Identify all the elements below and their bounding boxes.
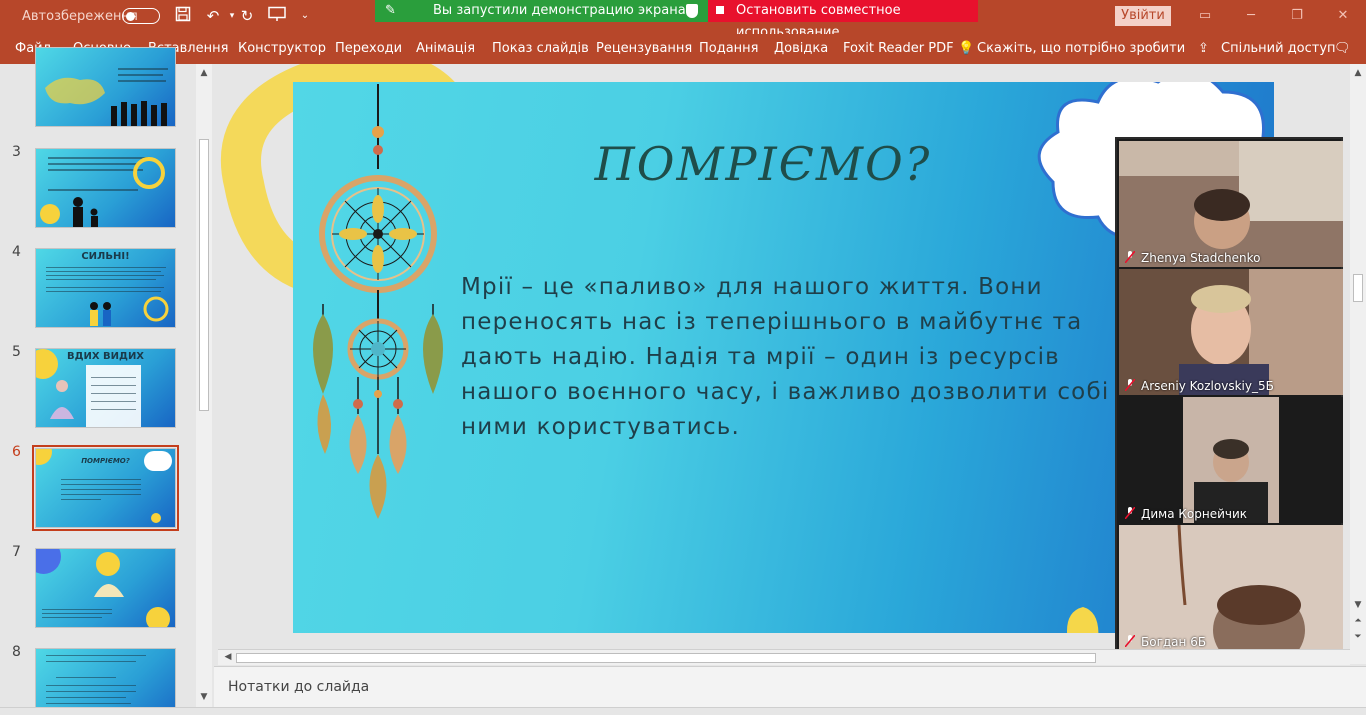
participant-name: Zhenya Stadchenko xyxy=(1141,251,1261,265)
notes-pane[interactable]: Нотатки до слайда xyxy=(214,666,1366,707)
editor-horizontal-scrollbar[interactable]: ◀ xyxy=(218,649,1350,665)
slide-number: 6 xyxy=(12,444,21,460)
ribbon-tabs: Файл Основне Вставлення Конструктор Пере… xyxy=(0,34,1366,64)
tab-view[interactable]: Подання xyxy=(699,41,759,56)
maximize-icon[interactable]: ❐ xyxy=(1288,7,1306,25)
redo-icon[interactable]: ↻ xyxy=(237,6,257,26)
tab-animations[interactable]: Анімація xyxy=(416,41,475,56)
participant-video xyxy=(1119,525,1343,651)
participant-tile[interactable]: Богдан 6Б xyxy=(1119,525,1343,651)
slide-thumbnail-4[interactable]: СИЛЬНІ! xyxy=(35,248,176,328)
participant-name: Дима Корнейчик xyxy=(1141,507,1248,521)
yellow-leaf-decoration xyxy=(1067,607,1099,633)
dreamcatcher-illustration xyxy=(313,84,443,519)
share-button[interactable]: Спільний доступ xyxy=(1221,41,1336,56)
close-icon[interactable]: ✕ xyxy=(1334,7,1352,25)
scrollbar-thumb[interactable] xyxy=(199,139,209,411)
lightbulb-icon: 💡 xyxy=(958,41,975,56)
slide-thumbnail-8[interactable] xyxy=(35,648,176,715)
stop-icon xyxy=(716,6,724,14)
slide-thumbnail-7[interactable] xyxy=(35,548,176,628)
scrollbar-thumb[interactable] xyxy=(1353,274,1363,302)
slide-number: 7 xyxy=(12,544,21,560)
slide-body-text[interactable]: Мрії – це «паливо» для нашого життя. Вон… xyxy=(461,270,1161,445)
customize-toolbar-icon[interactable]: ⌄ xyxy=(295,6,315,26)
slide-number: 5 xyxy=(12,344,21,360)
scroll-left-icon[interactable]: ◀ xyxy=(220,652,236,662)
participant-name: Arseniy Kozlovskiy_5Б xyxy=(1141,379,1274,393)
screen-share-status: Вы запустили демонстрацию экрана xyxy=(433,3,686,18)
muted-mic-icon xyxy=(1125,507,1135,519)
previous-slide-icon[interactable]: ⏶ xyxy=(1350,616,1366,626)
share-icon: ⇪ xyxy=(1198,41,1209,56)
slide-number: 3 xyxy=(12,144,21,160)
pencil-icon: ✎ xyxy=(385,3,396,18)
tab-help[interactable]: Довідка xyxy=(774,41,828,56)
participant-tile[interactable]: Zhenya Stadchenko xyxy=(1119,141,1343,267)
tab-review[interactable]: Рецензування xyxy=(596,41,692,56)
participant-tile[interactable]: Дима Корнейчик xyxy=(1119,397,1343,523)
tab-slideshow[interactable]: Показ слайдів xyxy=(492,41,589,56)
ribbon-display-options-icon[interactable]: ▭ xyxy=(1196,7,1214,25)
status-bar xyxy=(0,707,1366,715)
participant-tile[interactable]: Arseniy Kozlovskiy_5Б xyxy=(1119,269,1343,395)
participant-name: Богдан 6Б xyxy=(1141,635,1207,649)
tab-design[interactable]: Конструктор xyxy=(238,41,326,56)
scroll-down-icon[interactable]: ▼ xyxy=(196,692,212,702)
scroll-down-icon[interactable]: ▼ xyxy=(1350,600,1366,610)
stop-share-button[interactable]: Остановить совместное использование xyxy=(708,0,978,40)
shield-icon xyxy=(686,4,698,18)
tab-foxit[interactable]: Foxit Reader PDF xyxy=(843,41,954,56)
slide-number: 4 xyxy=(12,244,21,260)
video-participants-panel: Zhenya Stadchenko Arseniy Kozlovskiy_5Б … xyxy=(1115,137,1343,653)
tab-transitions[interactable]: Переходи xyxy=(335,41,402,56)
minimize-icon[interactable]: ─ xyxy=(1242,7,1260,25)
scroll-up-icon[interactable]: ▲ xyxy=(1350,68,1366,78)
muted-mic-icon xyxy=(1125,251,1135,263)
undo-icon[interactable]: ↶ xyxy=(203,6,223,26)
participant-video xyxy=(1119,141,1343,267)
screen-share-banner: ✎ Вы запустили демонстрацию экрана xyxy=(375,0,708,22)
slide-thumbnail-3[interactable] xyxy=(35,148,176,228)
notes-placeholder: Нотатки до слайда xyxy=(228,679,370,695)
comments-icon[interactable]: 🗨 xyxy=(1334,41,1351,56)
slide-thumbnail-6[interactable]: ПОМРІЄМО? xyxy=(32,445,179,531)
save-icon[interactable] xyxy=(173,6,193,26)
muted-mic-icon xyxy=(1125,379,1135,391)
slide-thumbnail-2[interactable] xyxy=(35,47,176,127)
tell-me-search[interactable]: Скажіть, що потрібно зробити xyxy=(977,41,1185,56)
slide-number: 8 xyxy=(12,644,21,660)
participant-video xyxy=(1119,269,1343,395)
next-slide-icon[interactable]: ⏷ xyxy=(1350,632,1366,642)
autosave-toggle[interactable] xyxy=(122,8,160,24)
editor-vertical-scrollbar[interactable]: ▲ ▼ ⏶ ⏷ xyxy=(1350,64,1366,664)
slide-title[interactable]: ПОМРІЄМО? xyxy=(523,137,1003,191)
signin-button[interactable]: Увійти xyxy=(1115,6,1171,26)
autosave-label: Автозбереження xyxy=(22,9,138,24)
participant-video xyxy=(1119,397,1343,523)
thumbnail-scrollbar[interactable]: ▲ ▼ xyxy=(196,64,212,707)
thumbnail-title: СИЛЬНІ! xyxy=(81,251,130,262)
slide-thumbnail-5[interactable]: ВДИХ ВИДИХ xyxy=(35,348,176,428)
scrollbar-thumb[interactable] xyxy=(236,653,1096,663)
title-bar: Автозбереження ↶ ▾ ↻ ⌄ ✎ Вы запустили де… xyxy=(0,0,1366,40)
slide-thumbnail-pane: 3 4 СИЛЬНІ! 5 ВДИХ ВИДИХ 6 ПОМРІЄМО? 7 8 xyxy=(0,47,214,715)
muted-mic-icon xyxy=(1125,635,1135,647)
scroll-up-icon[interactable]: ▲ xyxy=(196,68,212,78)
present-icon[interactable] xyxy=(267,6,287,26)
